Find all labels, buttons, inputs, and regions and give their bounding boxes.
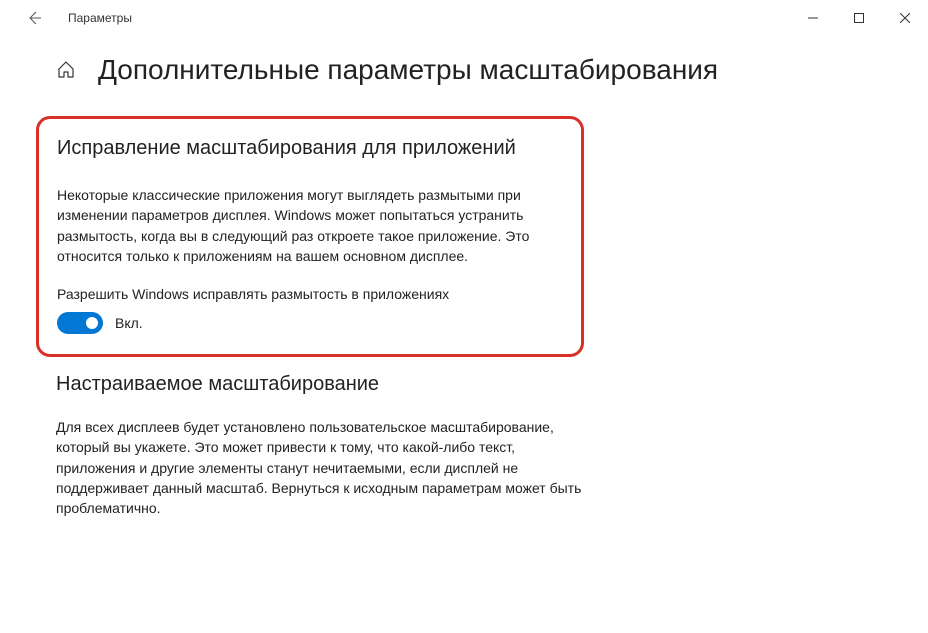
page-title: Дополнительные параметры масштабирования: [98, 54, 718, 86]
minimize-icon: [808, 13, 818, 23]
toggle-label: Разрешить Windows исправлять размытость …: [57, 286, 563, 302]
page-header: Дополнительные параметры масштабирования: [56, 54, 894, 86]
back-button[interactable]: [24, 8, 44, 28]
section-description: Для всех дисплеев будет установлено поль…: [56, 417, 584, 518]
home-icon: [56, 60, 76, 80]
section-title: Настраиваемое масштабирование: [56, 371, 584, 397]
window-controls: [790, 0, 928, 36]
section-title: Исправление масштабирования для приложен…: [57, 135, 563, 161]
toggle-knob: [86, 317, 98, 329]
maximize-icon: [854, 13, 864, 23]
close-button[interactable]: [882, 0, 928, 36]
arrow-left-icon: [26, 10, 42, 26]
maximize-button[interactable]: [836, 0, 882, 36]
toggle-row: Вкл.: [57, 312, 563, 334]
home-button[interactable]: [56, 60, 76, 80]
close-icon: [900, 13, 910, 23]
blur-fix-toggle[interactable]: [57, 312, 103, 334]
custom-scaling-section: Настраиваемое масштабирование Для всех д…: [56, 371, 584, 518]
content-area: Дополнительные параметры масштабирования…: [0, 36, 928, 633]
section-description: Некоторые классические приложения могут …: [57, 185, 563, 266]
scaling-fix-section: Исправление масштабирования для приложен…: [36, 116, 584, 357]
settings-window: Параметры: [0, 0, 928, 633]
titlebar: Параметры: [0, 0, 928, 36]
toggle-state-label: Вкл.: [115, 315, 143, 331]
window-title: Параметры: [68, 11, 132, 25]
minimize-button[interactable]: [790, 0, 836, 36]
